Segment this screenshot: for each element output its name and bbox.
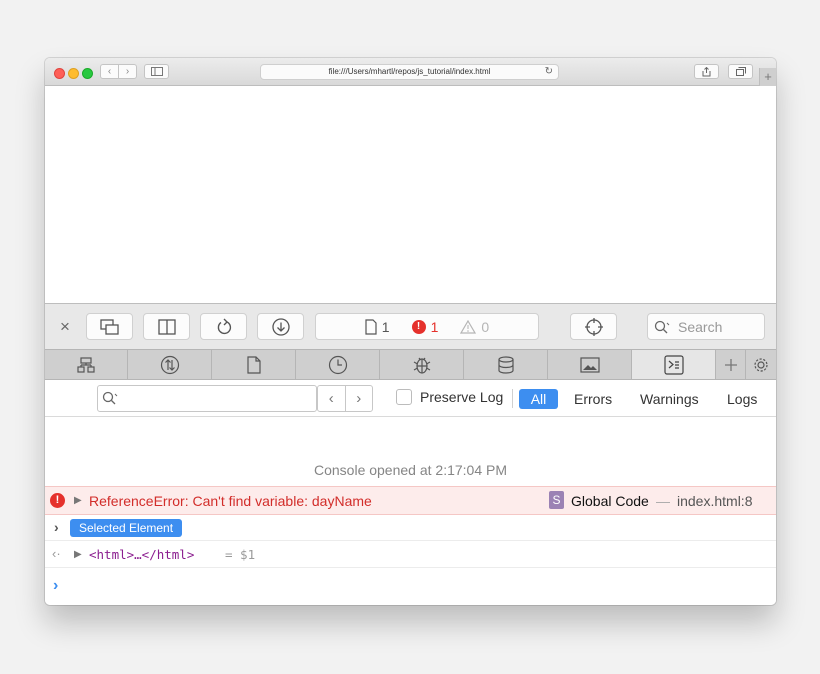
settings-button[interactable] [746,350,776,379]
warning-counter[interactable]: 0 [460,319,489,335]
download-archive-button[interactable] [257,313,304,340]
error-location-link[interactable]: index.html:8 [677,493,752,509]
reload-page-button[interactable] [200,313,247,340]
tab-elements[interactable] [45,350,128,379]
tab-debugger[interactable] [380,350,464,379]
console-icon [663,354,684,375]
console-error-row[interactable]: ! ▶ ReferenceError: Can't find variable:… [45,486,776,515]
result-node[interactable]: <html>…</html> [89,547,194,562]
result-assignment: = $1 [225,547,256,562]
forward-icon[interactable]: › [119,65,136,78]
search-placeholder: Search [678,318,723,335]
tab-storage[interactable] [464,350,548,379]
add-tab-button[interactable] [716,350,746,379]
timelines-icon [328,355,347,374]
plus-icon [724,358,737,371]
filter-all-button[interactable]: All [519,389,558,409]
title-bar: ‹ › file:///Users/mhartl/repos/js_tutori… [45,58,776,86]
gear-icon [754,357,768,372]
address-text: file:///Users/mhartl/repos/js_tutorial/i… [328,67,491,76]
storage-icon [497,355,514,374]
tab-canvas[interactable] [548,350,632,379]
error-count: 1 [430,318,439,335]
back-icon[interactable]: ‹ [101,65,119,78]
inspector-tab-bar [45,349,776,380]
show-tabs-button[interactable] [728,64,753,79]
warning-icon [460,319,477,334]
selected-element-badge: Selected Element [70,519,183,537]
result-row[interactable]: ‹· ▶ <html>…</html> = $1 [45,541,776,568]
reload-icon[interactable]: ↻ [545,65,553,79]
close-inspector-icon[interactable]: × [58,317,72,337]
sidebar-toggle-button[interactable] [144,64,169,79]
page-content [45,86,776,303]
resource-count: 1 [381,318,390,335]
error-icon: ! [411,319,426,334]
preserve-log-label: Preserve Log [420,389,504,405]
filter-search-icon [102,391,118,405]
dock-side-icon [157,318,176,335]
download-icon [271,317,290,336]
console-opened-message: Console opened at 2:17:04 PM [313,462,508,478]
preserve-log-toggle[interactable]: Preserve Log [396,389,503,405]
filter-errors-button[interactable]: Errors [574,389,612,409]
next-match-icon[interactable]: › [346,386,373,411]
console-output: Console opened at 2:17:04 PM ! ▶ Referen… [45,417,776,605]
reload-page-icon [217,318,231,334]
network-icon [160,355,179,374]
element-picker-button[interactable] [570,313,617,340]
canvas-icon [579,356,600,373]
detach-button[interactable] [86,313,133,340]
tab-network[interactable] [128,350,212,379]
error-counter[interactable]: ! 1 [411,318,439,335]
error-scope: Global Code [571,493,649,509]
crosshair-icon [584,317,603,336]
error-message: ReferenceError: Can't find variable: day… [89,493,372,509]
issue-counters[interactable]: 1 ! 1 0 [315,313,539,340]
return-arrow-icon: ‹· [52,546,61,561]
new-tab-button[interactable]: + [759,68,776,86]
safari-window: ‹ › file:///Users/mhartl/repos/js_tutori… [45,58,776,605]
expand-triangle-icon[interactable]: ▶ [74,549,82,560]
filter-nav-buttons: ‹ › [317,385,373,412]
tab-resources[interactable] [212,350,296,379]
previous-match-icon[interactable]: ‹ [318,386,346,411]
elements-icon [77,356,95,373]
zoom-window-button[interactable] [82,68,93,79]
debugger-icon [413,357,430,374]
back-forward-buttons: ‹ › [100,64,137,79]
error-icon: ! [50,493,65,508]
console-filter-input[interactable] [97,385,317,412]
filter-divider [512,389,513,408]
tab-timelines[interactable] [296,350,380,379]
minimize-window-button[interactable] [68,68,79,79]
share-button[interactable] [694,64,719,79]
resource-counter[interactable]: 1 [365,319,390,335]
warning-count: 0 [481,318,490,335]
prompt-chevron-icon: › [53,577,59,594]
document-icon [365,318,377,335]
expand-triangle-icon[interactable]: ▶ [74,495,82,506]
share-icon [702,66,711,77]
console-filter-bar: ‹ › Preserve Log All Errors Warnings Log… [45,380,776,417]
inspector-toolbar: × 1 ! 1 0 Search [45,303,776,349]
location-separator: — [656,493,670,509]
dock-side-button[interactable] [143,313,190,340]
detach-window-icon [99,318,119,335]
tab-console[interactable] [632,350,716,379]
preserve-log-checkbox[interactable] [396,389,412,405]
close-window-button[interactable] [54,68,65,79]
search-icon [654,320,670,333]
selected-element-row: › Selected Element [45,515,776,541]
scope-badge: S [549,491,564,509]
inspector-search-field[interactable]: Search [647,313,765,340]
address-bar[interactable]: file:///Users/mhartl/repos/js_tutorial/i… [260,64,559,80]
filter-warnings-button[interactable]: Warnings [640,389,699,409]
resources-icon [246,355,261,374]
input-chevron-icon: › [54,519,59,535]
sidebar-icon [150,67,163,76]
filter-logs-button[interactable]: Logs [727,389,757,409]
tabs-icon [735,67,746,76]
